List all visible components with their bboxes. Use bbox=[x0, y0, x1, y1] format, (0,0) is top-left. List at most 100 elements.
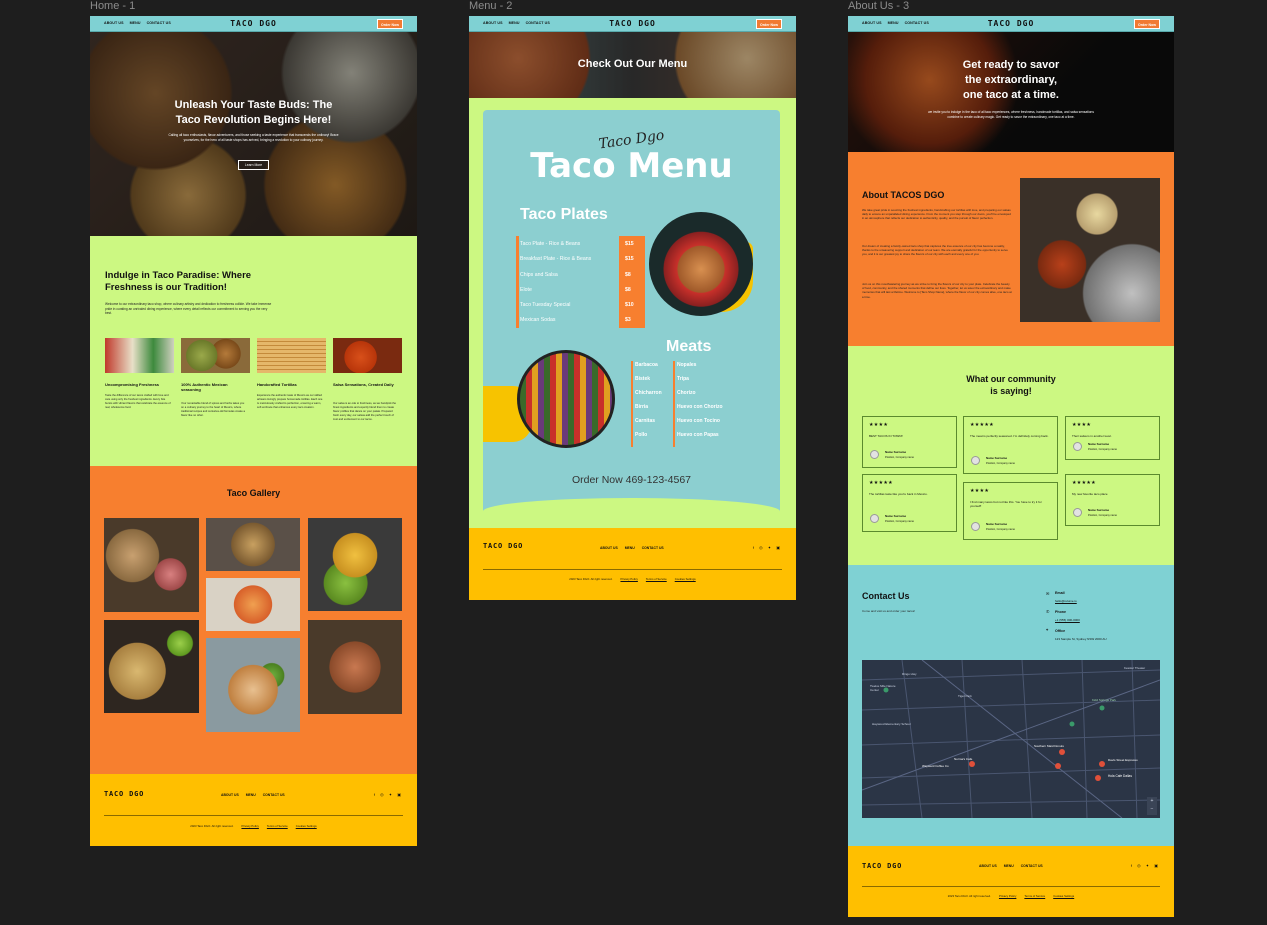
review-card: ★★★★ I find many tacos but not like this.… bbox=[963, 482, 1058, 540]
review-stars: ★★★★ bbox=[970, 488, 990, 494]
plates-list: Taco Plate - Rice & Beans $15 Breakfast Pl… bbox=[520, 238, 648, 330]
community-title: What our community is saying! bbox=[966, 374, 1056, 396]
nav-about[interactable]: ABOUT US bbox=[862, 21, 882, 25]
nav-menu[interactable]: MENU bbox=[130, 21, 141, 25]
map-label-6: Wayward Coffee Co bbox=[922, 764, 949, 768]
office-address: 123 Sample St, Sydney NSW 2000 AU bbox=[1055, 637, 1107, 641]
nav-menu[interactable]: MENU bbox=[888, 21, 899, 25]
meats-title: Meats bbox=[666, 338, 712, 355]
gallery-image-1[interactable] bbox=[104, 518, 199, 612]
review-text: BEST TACOS IN TOWN!! bbox=[869, 434, 904, 438]
meats-bar-right bbox=[673, 361, 675, 447]
map[interactable]: Ringo Hwy Twelve Mile Nature Center Tige… bbox=[862, 660, 1160, 818]
gallery-title: Taco Gallery bbox=[226, 488, 281, 498]
review-text: The meat is perfectly seasoned. I'm defi… bbox=[970, 434, 1049, 438]
order-now-button[interactable]: Order Now bbox=[756, 19, 782, 29]
footer-menu-link[interactable]: MENU bbox=[625, 546, 635, 550]
plates-photo bbox=[649, 212, 753, 316]
terms-link[interactable]: Terms of Service bbox=[267, 824, 288, 828]
freshness-image bbox=[105, 338, 174, 373]
meat-item: Chicharron bbox=[635, 390, 662, 396]
footer-contact-link[interactable]: CONTACT US bbox=[1021, 864, 1043, 868]
footer-links: ABOUT US MENU CONTACT US bbox=[600, 546, 671, 550]
learn-more-button[interactable]: Learn More bbox=[238, 160, 269, 170]
review-name: Name Surname bbox=[1088, 442, 1110, 446]
footer-logo[interactable]: TACO DGO bbox=[104, 790, 144, 798]
map-zoom-control[interactable]: + − bbox=[1147, 797, 1157, 815]
footer-contact-link[interactable]: CONTACT US bbox=[263, 793, 285, 797]
gallery-image-2[interactable] bbox=[104, 620, 199, 713]
footer-menu-link[interactable]: MENU bbox=[246, 793, 256, 797]
footer-about-link[interactable]: ABOUT US bbox=[979, 864, 997, 868]
about-p2: Our dream of creating a family-owned tac… bbox=[862, 244, 1008, 257]
gallery-image-4[interactable] bbox=[206, 578, 300, 631]
nav-menu[interactable]: MENU bbox=[509, 21, 520, 25]
review-text: I find many tacos but not like this. You… bbox=[970, 500, 1042, 509]
menu-order-phone[interactable]: Order Now 469-123-4567 bbox=[483, 474, 780, 486]
salsa-image bbox=[333, 338, 402, 373]
footer-divider bbox=[862, 886, 1160, 887]
order-now-button[interactable]: Order Now bbox=[377, 19, 403, 29]
nav-contact[interactable]: CONTACT US bbox=[905, 21, 929, 25]
map-label-3: Haywood Elementary School bbox=[872, 722, 911, 726]
review-text: The tortillas taste like you're back in … bbox=[869, 492, 928, 496]
meat-item: Bistek bbox=[635, 376, 651, 382]
review-card: ★★★★ Their salsa is in another level. Name… bbox=[1065, 416, 1160, 460]
footer-about-link[interactable]: ABOUT US bbox=[221, 793, 239, 797]
nav-contact[interactable]: CONTACT US bbox=[147, 21, 171, 25]
frame-label-menu: Menu - 2 bbox=[469, 0, 513, 12]
review-card: ★★★★★ My new favorite taco place Name Surn… bbox=[1065, 474, 1160, 526]
gallery-image-5[interactable] bbox=[206, 638, 300, 732]
footer-contact-link[interactable]: CONTACT US bbox=[642, 546, 664, 550]
cookies-link[interactable]: Cookies Settings bbox=[675, 577, 696, 581]
footer-about-link[interactable]: ABOUT US bbox=[600, 546, 618, 550]
order-now-button[interactable]: Order Now bbox=[1134, 19, 1160, 29]
footer-menu-link[interactable]: MENU bbox=[1004, 864, 1014, 868]
navbar: ABOUT US MENU CONTACT US TACO DGO Order No… bbox=[848, 16, 1174, 32]
review-stars: ★★★★ bbox=[869, 422, 889, 428]
gallery-image-7[interactable] bbox=[308, 620, 402, 714]
cookies-link[interactable]: Cookies Settings bbox=[1053, 894, 1074, 898]
privacy-link[interactable]: Privacy Policy bbox=[999, 894, 1016, 898]
nav-about[interactable]: ABOUT US bbox=[483, 21, 503, 25]
avatar bbox=[870, 450, 879, 459]
phone-label: Phone bbox=[1055, 610, 1066, 614]
plate-row: Breakfast Plate - Rice & Beans $15 bbox=[520, 253, 648, 268]
plate-name: Taco Plate - Rice & Beans bbox=[520, 241, 581, 247]
about-frame: ABOUT US MENU CONTACT US TACO DGO Order No… bbox=[848, 16, 1174, 917]
about-hero: Get ready to savor the extraordinary, one … bbox=[848, 32, 1174, 152]
feature-title-1: 100% Authentic Mexican seasoning bbox=[181, 382, 228, 392]
nav-contact[interactable]: CONTACT US bbox=[526, 21, 550, 25]
nav-about[interactable]: ABOUT US bbox=[104, 21, 124, 25]
plate-row: Taco Plate - Rice & Beans $15 bbox=[520, 238, 648, 253]
social-icons[interactable]: f ◎ ✦ ▣ bbox=[374, 792, 403, 797]
meats-list-right: Nopales Tripa Chorizo Huevo con Chorizo Huev… bbox=[677, 362, 723, 446]
privacy-link[interactable]: Privacy Policy bbox=[620, 577, 637, 581]
terms-link[interactable]: Terms of Service bbox=[1024, 894, 1045, 898]
copyright: 2023 Taco DGO. All right reserved. bbox=[190, 824, 234, 828]
footer-logo[interactable]: TACO DGO bbox=[862, 862, 902, 870]
hero-text: Calling all taco enthusiasts, flavor adv… bbox=[168, 133, 339, 142]
nav-logo[interactable]: TACO DGO bbox=[988, 19, 1035, 28]
privacy-link[interactable]: Privacy Policy bbox=[241, 824, 258, 828]
terms-link[interactable]: Terms of Service bbox=[646, 577, 667, 581]
cookies-link[interactable]: Cookies Settings bbox=[296, 824, 317, 828]
feature-text-0: Taste the difference of our tacos crafte… bbox=[105, 394, 171, 409]
copyright: 2023 Taco DGO. All right reserved. bbox=[947, 894, 991, 898]
nav-logo[interactable]: TACO DGO bbox=[230, 19, 277, 28]
feature-title-0: Uncompromising Freshness bbox=[105, 382, 160, 387]
gallery-image-3[interactable] bbox=[206, 518, 300, 571]
nav-logo[interactable]: TACO DGO bbox=[609, 19, 656, 28]
navbar: ABOUT US MENU CONTACT US TACO DGO Order No… bbox=[90, 16, 417, 32]
review-stars: ★★★★★ bbox=[970, 422, 994, 428]
contact-title: Contact Us bbox=[862, 591, 910, 601]
footer-logo[interactable]: TACO DGO bbox=[483, 542, 523, 550]
social-icons[interactable]: f ◎ ✦ ▣ bbox=[753, 545, 782, 550]
social-icons[interactable]: f ◎ ✦ ▣ bbox=[1131, 863, 1160, 868]
email-link[interactable]: hello@relume.io bbox=[1055, 599, 1077, 603]
menu-hero-title: Check Out Our Menu bbox=[577, 58, 688, 70]
phone-icon: ✆ bbox=[1046, 609, 1050, 614]
phone-link[interactable]: +1 (555) 000-0000 bbox=[1055, 618, 1080, 622]
gallery-image-6[interactable] bbox=[308, 518, 402, 611]
review-stars: ★★★★ bbox=[1072, 422, 1092, 428]
